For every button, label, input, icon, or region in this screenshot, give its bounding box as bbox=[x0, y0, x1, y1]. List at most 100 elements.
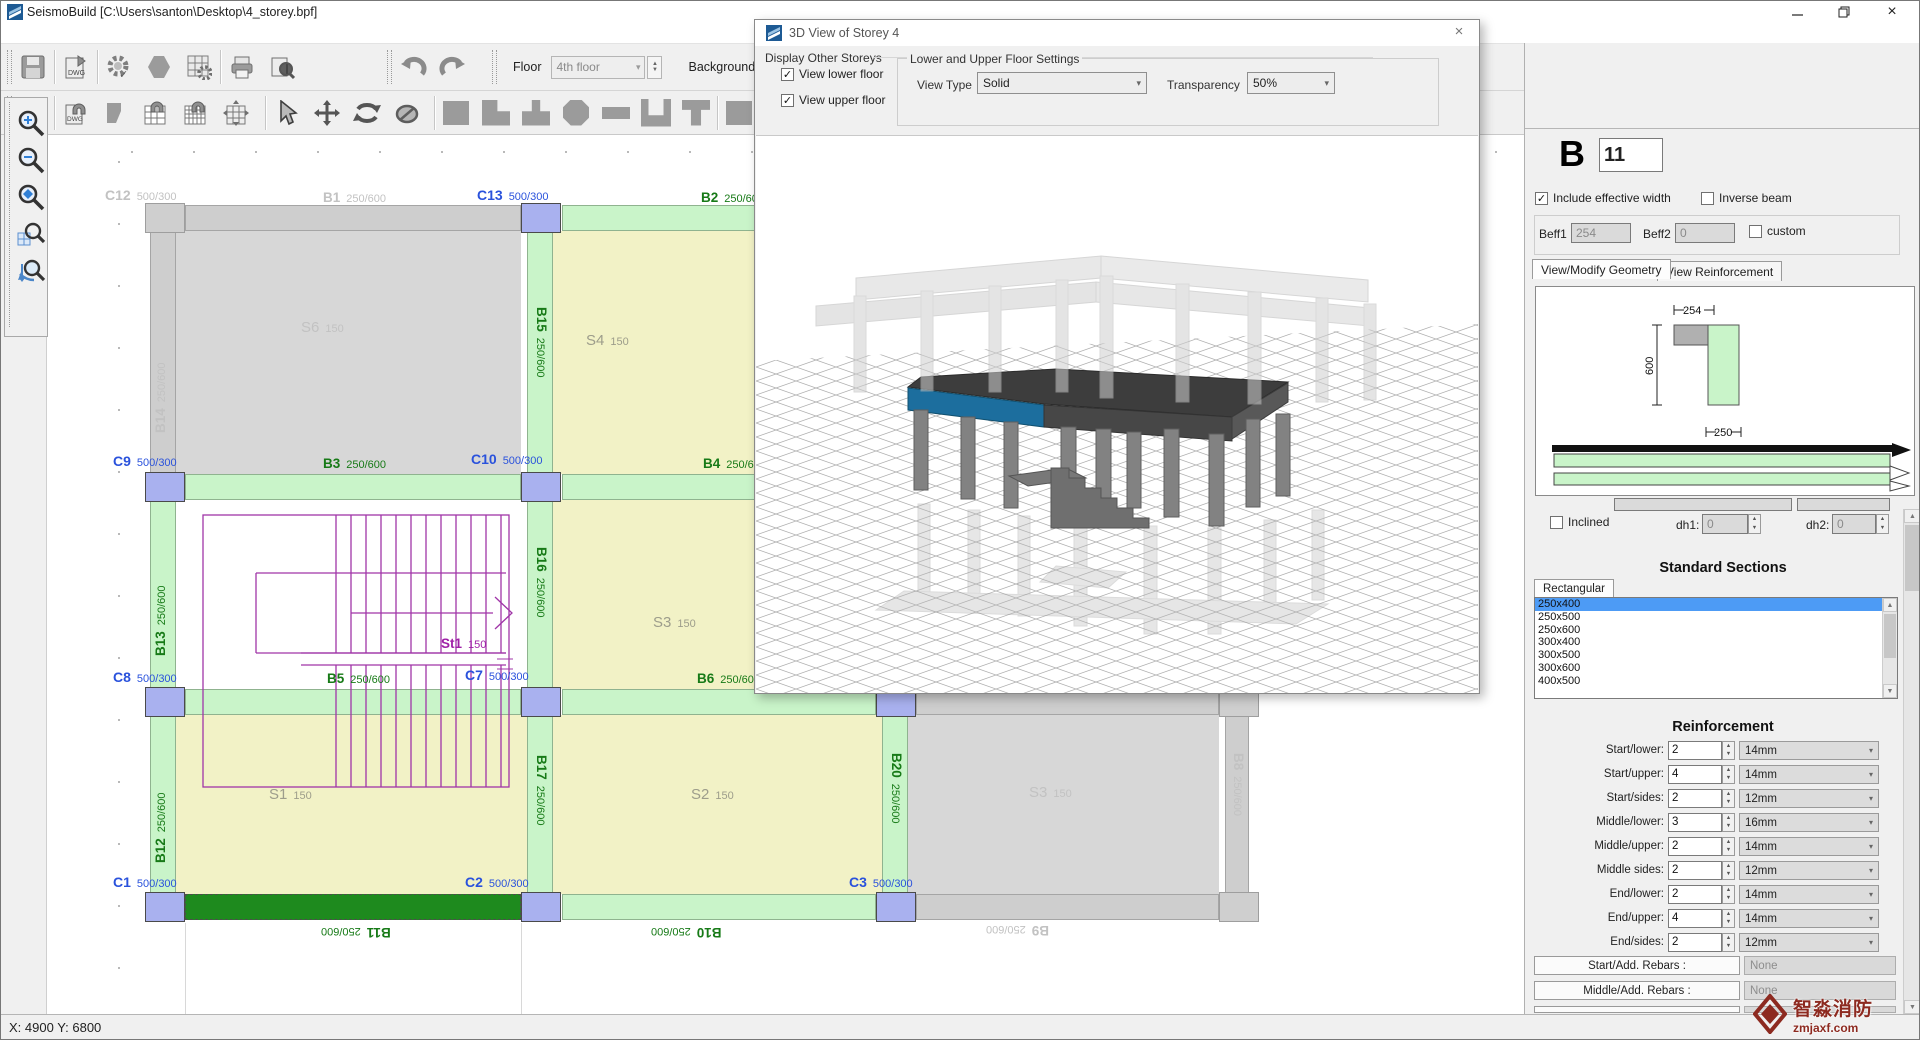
rebar-count-field[interactable]: 2 bbox=[1668, 837, 1722, 856]
rebar-spinner[interactable]: ▲▼ bbox=[1722, 741, 1735, 760]
beff2-field[interactable]: 0 bbox=[1675, 223, 1735, 243]
zoom-in-button[interactable] bbox=[14, 106, 48, 140]
rebar-count-field[interactable]: 3 bbox=[1668, 813, 1722, 832]
rebar-spinner[interactable]: ▲▼ bbox=[1722, 909, 1735, 928]
zoom-window-button[interactable] bbox=[14, 217, 48, 251]
section-hexagon-button[interactable] bbox=[140, 48, 178, 86]
toolbar-grip[interactable] bbox=[7, 50, 12, 84]
tab-view-reinforcement[interactable]: View Reinforcement bbox=[1657, 261, 1782, 281]
middle-add-rebars-button[interactable]: Middle/Add. Rebars : bbox=[1534, 981, 1740, 1000]
toolbar-grip[interactable] bbox=[387, 50, 392, 84]
save-button[interactable] bbox=[14, 48, 52, 86]
settings-button[interactable]: ✓ bbox=[100, 48, 138, 86]
delete-tool-button[interactable] bbox=[388, 94, 426, 132]
section-T-button[interactable] bbox=[677, 94, 715, 132]
select-tool-button[interactable] bbox=[268, 94, 306, 132]
section-item[interactable]: 300x400 bbox=[1535, 636, 1897, 649]
view-lower-floor-checkbox[interactable]: ✓View lower floor bbox=[781, 67, 883, 81]
column-c1[interactable] bbox=[145, 892, 185, 922]
rebar-spinner[interactable]: ▲▼ bbox=[1722, 765, 1735, 784]
print-preview-button[interactable] bbox=[263, 48, 301, 86]
rebar-spinner[interactable]: ▲▼ bbox=[1722, 813, 1735, 832]
rebar-dia-select[interactable]: 14mm▾ bbox=[1739, 837, 1879, 856]
scroll-up-icon[interactable]: ▲ bbox=[1904, 509, 1920, 523]
grid-move-button[interactable] bbox=[217, 94, 255, 132]
column-c7[interactable] bbox=[521, 687, 561, 717]
custom-checkbox[interactable]: custom bbox=[1749, 224, 1806, 238]
view-upper-floor-checkbox[interactable]: ✓View upper floor bbox=[781, 93, 886, 107]
column-row4-colD-ghost[interactable] bbox=[1219, 892, 1259, 922]
beam-b9[interactable] bbox=[916, 894, 1219, 920]
rebar-count-field[interactable]: 4 bbox=[1668, 909, 1722, 928]
rebar-dia-select[interactable]: 14mm▾ bbox=[1739, 765, 1879, 784]
sections-tab-rectangular[interactable]: Rectangular bbox=[1534, 579, 1614, 597]
column-c13[interactable] bbox=[521, 203, 561, 233]
include-effective-width-checkbox[interactable]: ✓Include effective width bbox=[1535, 191, 1671, 205]
print-button[interactable] bbox=[223, 48, 261, 86]
rebar-dia-select[interactable]: 14mm▾ bbox=[1739, 909, 1879, 928]
minimize-button[interactable] bbox=[1780, 1, 1814, 23]
rebar-count-field[interactable]: 2 bbox=[1668, 861, 1722, 880]
dh1-field[interactable]: 0 bbox=[1702, 514, 1748, 534]
rebar-dia-select[interactable]: 14mm▾ bbox=[1739, 885, 1879, 904]
dense-grid-snap-button[interactable] bbox=[177, 94, 215, 132]
rebar-spinner[interactable]: ▲▼ bbox=[1722, 837, 1735, 856]
panel-scrollbar[interactable]: ▲ ▼ bbox=[1903, 509, 1920, 1014]
rebar-count-field[interactable]: 2 bbox=[1668, 933, 1722, 952]
clipped-rebars-button[interactable] bbox=[1534, 1006, 1740, 1013]
section-U-button[interactable] bbox=[637, 94, 675, 132]
storey-3d-viewport[interactable] bbox=[756, 135, 1478, 693]
dwg-snap-button[interactable]: DWG bbox=[57, 94, 95, 132]
rebar-dia-select[interactable]: 16mm▾ bbox=[1739, 813, 1879, 832]
section-item[interactable]: 250x600 bbox=[1535, 624, 1897, 637]
clipped-field[interactable] bbox=[1614, 498, 1792, 511]
start-add-rebars-button[interactable]: Start/Add. Rebars : bbox=[1534, 956, 1740, 975]
beam-number-field[interactable]: 11 bbox=[1599, 138, 1663, 172]
grid-settings-button[interactable] bbox=[180, 48, 218, 86]
section-item[interactable]: 400x500 bbox=[1535, 675, 1897, 688]
undo-button[interactable] bbox=[394, 48, 432, 86]
scroll-up-icon[interactable]: ▲ bbox=[1883, 598, 1897, 612]
beam-b1[interactable] bbox=[185, 205, 521, 231]
tab-view-modify-geometry[interactable]: View/Modify Geometry bbox=[1532, 259, 1671, 279]
column-c3[interactable] bbox=[876, 892, 916, 922]
rebar-dia-select[interactable]: 12mm▾ bbox=[1739, 789, 1879, 808]
start-add-rebars-field[interactable]: None bbox=[1744, 956, 1896, 975]
rebar-spinner[interactable]: ▲▼ bbox=[1722, 861, 1735, 880]
inverse-beam-checkbox[interactable]: Inverse beam bbox=[1701, 191, 1792, 205]
rebar-dia-select[interactable]: 12mm▾ bbox=[1739, 861, 1879, 880]
rebar-spinner[interactable]: ▲▼ bbox=[1722, 885, 1735, 904]
section-item[interactable]: 250x400 bbox=[1535, 598, 1897, 611]
inclined-checkbox[interactable]: Inclined bbox=[1550, 515, 1609, 529]
slab-tool-button[interactable] bbox=[97, 94, 135, 132]
rebar-spinner[interactable]: ▲▼ bbox=[1722, 933, 1735, 952]
export-dwg-button[interactable]: DWG bbox=[57, 48, 95, 86]
scroll-thumb[interactable] bbox=[1884, 614, 1896, 658]
rebar-count-field[interactable]: 2 bbox=[1668, 789, 1722, 808]
close-button[interactable]: × bbox=[1875, 1, 1909, 23]
section-bar-button[interactable] bbox=[597, 94, 635, 132]
beam-b11-selected[interactable] bbox=[185, 894, 521, 920]
rebar-dia-select[interactable]: 12mm▾ bbox=[1739, 933, 1879, 952]
dh2-spinner[interactable]: ▲▼ bbox=[1876, 514, 1889, 534]
beff1-field[interactable]: 254 bbox=[1571, 223, 1631, 243]
section-invT-button[interactable] bbox=[517, 94, 555, 132]
floor-spinner[interactable]: ▲▼ bbox=[647, 56, 662, 79]
dh1-spinner[interactable]: ▲▼ bbox=[1748, 514, 1761, 534]
rebar-count-field[interactable]: 2 bbox=[1668, 741, 1722, 760]
column-c10[interactable] bbox=[521, 472, 561, 502]
clipped-field[interactable] bbox=[1797, 498, 1890, 511]
rebar-count-field[interactable]: 2 bbox=[1668, 885, 1722, 904]
section-item[interactable]: 300x500 bbox=[1535, 649, 1897, 662]
scroll-thumb[interactable] bbox=[1905, 525, 1920, 591]
section-item[interactable]: 300x600 bbox=[1535, 662, 1897, 675]
beam-b14[interactable] bbox=[150, 231, 176, 474]
redo-button[interactable] bbox=[434, 48, 472, 86]
toolbar-grip[interactable] bbox=[492, 50, 497, 84]
column-c12-ghost[interactable] bbox=[145, 203, 185, 233]
slab-s2[interactable] bbox=[553, 715, 882, 894]
view-type-select[interactable]: Solid▾ bbox=[977, 72, 1147, 94]
section-octagon-button[interactable] bbox=[557, 94, 595, 132]
section-L-button[interactable] bbox=[477, 94, 515, 132]
dialog-close-button[interactable]: × bbox=[1449, 23, 1469, 43]
